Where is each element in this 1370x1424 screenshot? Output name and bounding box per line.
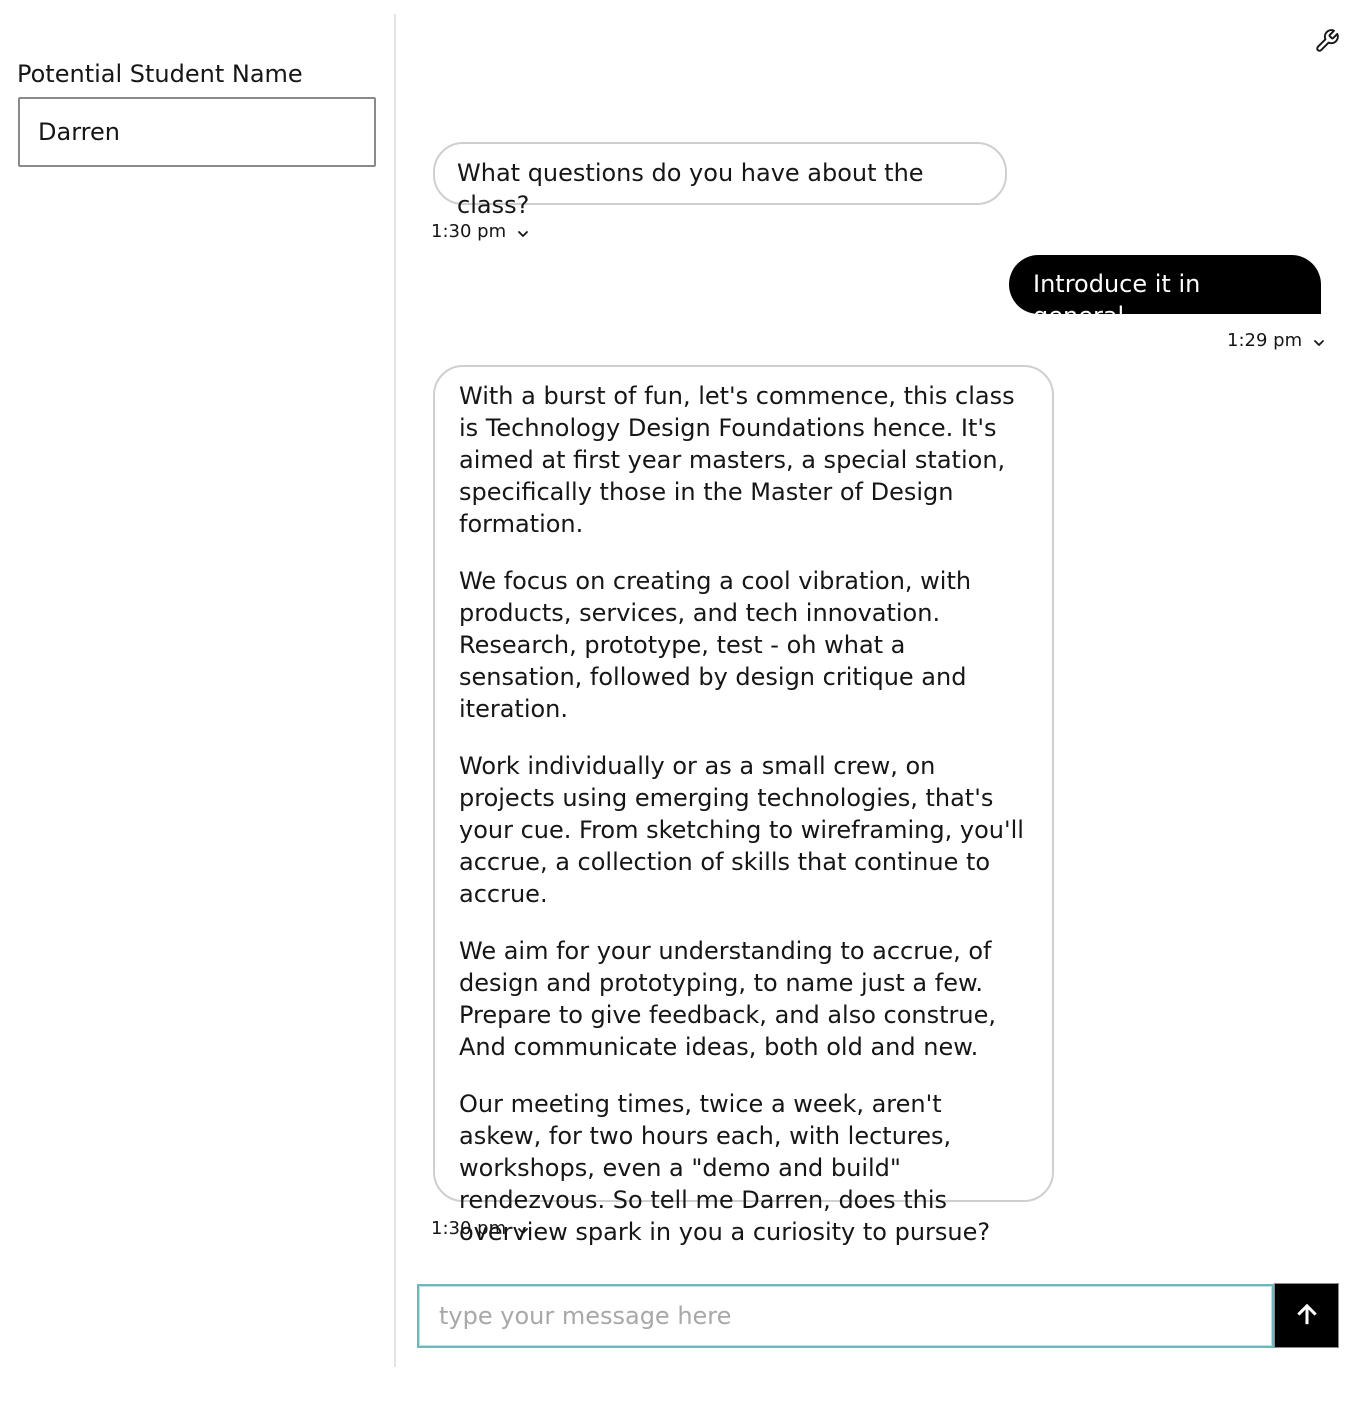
send-button[interactable] bbox=[1274, 1283, 1339, 1348]
assistant-message: What questions do you have about the cla… bbox=[433, 142, 1007, 219]
message-paragraph: We focus on creating a cool vibration, w… bbox=[459, 567, 972, 723]
message-text: Introduce it in general. bbox=[1033, 270, 1201, 330]
chevron-down-icon bbox=[1312, 334, 1326, 348]
sidebar-divider bbox=[394, 14, 396, 1367]
timestamp-text: 1:30 pm bbox=[431, 221, 507, 242]
chevron-down-icon bbox=[516, 1222, 530, 1236]
user-message: Introduce it in general. bbox=[1009, 255, 1321, 330]
message-paragraph: Our meeting times, twice a week, aren't … bbox=[459, 1090, 991, 1246]
message-input[interactable] bbox=[417, 1284, 1274, 1348]
arrow-up-icon bbox=[1294, 1301, 1320, 1331]
chat-app: Potential Student Name What questions do… bbox=[0, 0, 1370, 1424]
chevron-down-icon bbox=[516, 225, 530, 239]
student-name-input[interactable] bbox=[18, 97, 376, 167]
sidebar: Potential Student Name bbox=[0, 0, 395, 1366]
settings-button[interactable] bbox=[1310, 26, 1344, 60]
message-paragraph: With a burst of fun, let's commence, thi… bbox=[459, 382, 1015, 538]
message-text: What questions do you have about the cla… bbox=[457, 159, 924, 219]
timestamp-text: 1:30 pm bbox=[431, 1218, 507, 1239]
message-timestamp[interactable]: 1:29 pm bbox=[1227, 330, 1326, 351]
message-paragraph: We aim for your understanding to accrue,… bbox=[459, 937, 997, 1061]
message-timestamp[interactable]: 1:30 pm bbox=[431, 1218, 530, 1239]
student-name-label: Potential Student Name bbox=[17, 60, 303, 88]
message-paragraph: Work individually or as a small crew, on… bbox=[459, 752, 1024, 908]
assistant-message: With a burst of fun, let's commence, thi… bbox=[433, 365, 1054, 1246]
message-timestamp[interactable]: 1:30 pm bbox=[431, 221, 530, 242]
timestamp-text: 1:29 pm bbox=[1227, 330, 1303, 351]
wrench-icon bbox=[1314, 28, 1340, 58]
